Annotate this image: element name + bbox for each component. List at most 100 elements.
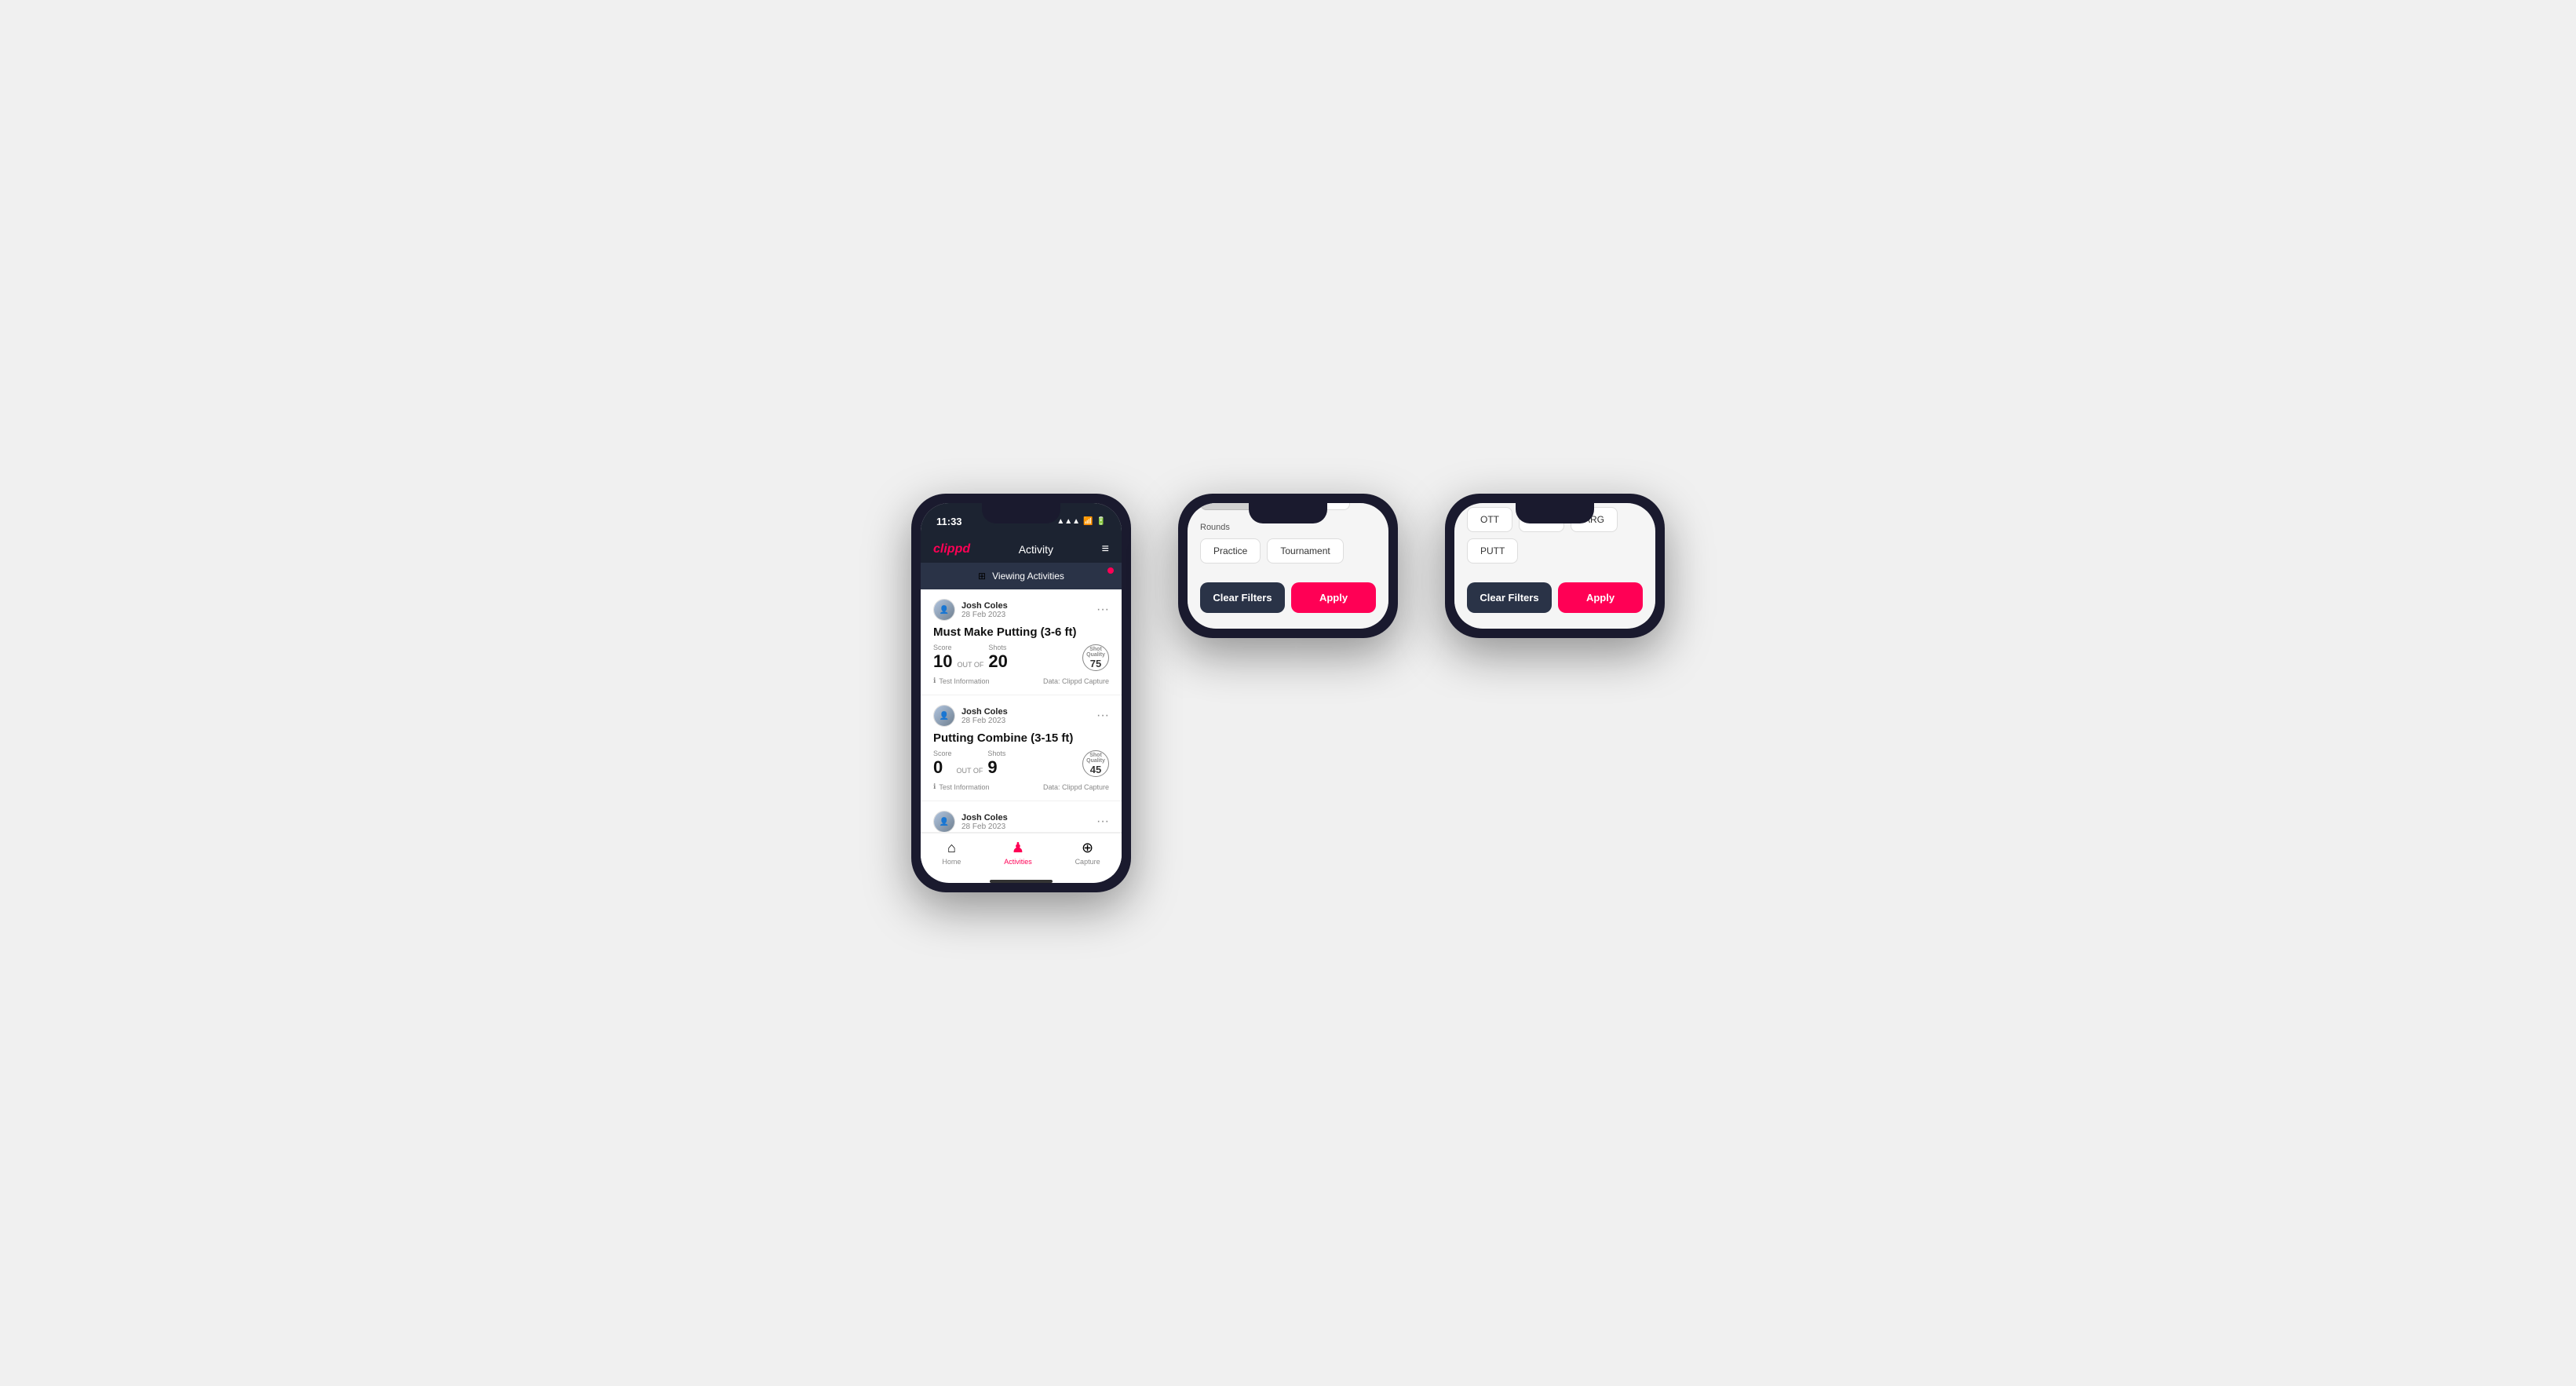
user-name-block-3: Josh Coles 28 Feb 2023: [961, 813, 1008, 831]
home-bar-1: [990, 880, 1053, 883]
nav-activities-1[interactable]: ♟ Activities: [1004, 840, 1032, 866]
shots-label-1: Shots: [988, 644, 1007, 651]
outof-1: OUT OF: [957, 661, 983, 672]
test-info-1: ℹ Test Information: [933, 677, 989, 685]
avatar-3: 👤: [933, 811, 955, 833]
more-dots-3[interactable]: ···: [1096, 815, 1109, 829]
filter-rounds-buttons-2: Practice Tournament: [1200, 538, 1376, 564]
bottom-nav-1: ⌂ Home ♟ Activities ⊕ Capture: [921, 833, 1122, 875]
phone-1: 11:33 ▲▲▲ 📶 🔋 clippd Activity ≡ ⊞ Viewin…: [911, 494, 1131, 892]
sq-value-1: 75: [1083, 658, 1108, 669]
activity-item-2-header: 👤 Josh Coles 28 Feb 2023 ···: [933, 705, 1109, 727]
user-date-2: 28 Feb 2023: [961, 717, 1008, 725]
activity-list-1: 👤 Josh Coles 28 Feb 2023 ··· Must Make P…: [921, 589, 1122, 833]
stats-col-shots-2: Shots 9: [987, 750, 1005, 778]
phone-1-inner: 11:33 ▲▲▲ 📶 🔋 clippd Activity ≡ ⊞ Viewin…: [921, 503, 1122, 883]
stats-col-score-1: Score 10: [933, 644, 952, 672]
home-label-1: Home: [942, 858, 961, 866]
notch-1: [982, 503, 1060, 523]
apply-btn-2[interactable]: Apply: [1291, 582, 1376, 613]
more-dots-2[interactable]: ···: [1096, 709, 1109, 723]
score-value-2: 0: [933, 757, 952, 778]
filter-btn-putt-3[interactable]: PUTT: [1467, 538, 1518, 564]
menu-icon-1[interactable]: ≡: [1102, 542, 1109, 556]
activity-title-2: Putting Combine (3-15 ft): [933, 731, 1109, 745]
filter-actions-3: Clear Filters Apply: [1467, 582, 1643, 613]
stats-col-score-2: Score 0: [933, 750, 952, 778]
home-icon-1: ⌂: [947, 840, 956, 856]
battery-icon: 🔋: [1096, 517, 1106, 526]
score-value-1: 10: [933, 651, 952, 672]
more-dots-1[interactable]: ···: [1096, 603, 1109, 617]
score-label-1: Score: [933, 644, 952, 651]
stats-row-2: Score 0 OUT OF Shots 9 Shot Quality 45: [933, 750, 1109, 778]
nav-home-1[interactable]: ⌂ Home: [942, 840, 961, 866]
activity-item-1-header: 👤 Josh Coles 28 Feb 2023 ···: [933, 599, 1109, 621]
phones-container: 11:33 ▲▲▲ 📶 🔋 clippd Activity ≡ ⊞ Viewin…: [911, 494, 1665, 892]
shots-value-1: 20: [988, 651, 1007, 672]
user-date-1: 28 Feb 2023: [961, 611, 1008, 619]
avatar-img-2: 👤: [934, 706, 954, 726]
app-title-1: Activity: [1019, 543, 1053, 556]
filter-btn-ott-3[interactable]: OTT: [1467, 507, 1512, 532]
sq-label-2: Shot Quality: [1083, 753, 1108, 764]
user-name-3: Josh Coles: [961, 813, 1008, 822]
score-label-2: Score: [933, 750, 952, 757]
phone-3: 11:33 ▲▲▲ 📶 🔋 clippd Activity ≡ ⊞ Viewin…: [1445, 494, 1665, 638]
status-time-1: 11:33: [936, 516, 962, 527]
info-icon-1: ℹ: [933, 677, 936, 685]
activity-item-2: 👤 Josh Coles 28 Feb 2023 ··· Putting Com…: [921, 695, 1122, 801]
filter-icon-1: ⊞: [978, 571, 986, 582]
activities-label-1: Activities: [1004, 858, 1032, 866]
filter-actions-2: Clear Filters Apply: [1200, 582, 1376, 613]
shot-quality-col-1: Shot Quality 75: [1083, 647, 1108, 669]
avatar-1: 👤: [933, 599, 955, 621]
phone-3-inner: 11:33 ▲▲▲ 📶 🔋 clippd Activity ≡ ⊞ Viewin…: [1454, 503, 1655, 629]
notch-3: [1516, 503, 1594, 523]
user-name-1: Josh Coles: [961, 601, 1008, 611]
apply-btn-3[interactable]: Apply: [1558, 582, 1643, 613]
avatar-2: 👤: [933, 705, 955, 727]
viewing-bar-text-1: Viewing Activities: [992, 571, 1064, 582]
user-date-3: 28 Feb 2023: [961, 822, 1008, 831]
activity-item-1: 👤 Josh Coles 28 Feb 2023 ··· Must Make P…: [921, 589, 1122, 695]
shots-label-2: Shots: [987, 750, 1005, 757]
user-info-3: 👤 Josh Coles 28 Feb 2023: [933, 811, 1008, 833]
test-info-label-1: Test Information: [939, 677, 989, 685]
stats-col-shots-1: Shots 20: [988, 644, 1007, 672]
shot-quality-col-2: Shot Quality 45: [1083, 753, 1108, 775]
user-name-2: Josh Coles: [961, 707, 1008, 717]
user-info-1: 👤 Josh Coles 28 Feb 2023: [933, 599, 1008, 621]
filter-btn-tournament-2[interactable]: Tournament: [1267, 538, 1343, 564]
app-logo-1: clippd: [933, 542, 970, 556]
phone-2-inner: 11:33 ▲▲▲ 📶 🔋 clippd Activity ≡ ⊞ Viewin…: [1188, 503, 1388, 629]
data-source-2: Data: Clippd Capture: [1043, 783, 1109, 791]
capture-label-1: Capture: [1075, 858, 1100, 866]
stats-row-1: Score 10 OUT OF Shots 20 Shot Quality 75: [933, 644, 1109, 672]
data-source-1: Data: Clippd Capture: [1043, 677, 1109, 685]
avatar-img-1: 👤: [934, 600, 954, 620]
viewing-bar-1[interactable]: ⊞ Viewing Activities: [921, 563, 1122, 589]
user-name-block-1: Josh Coles 28 Feb 2023: [961, 601, 1008, 619]
sq-value-2: 45: [1083, 764, 1108, 775]
user-name-block-2: Josh Coles 28 Feb 2023: [961, 707, 1008, 725]
filter-btn-practice-2[interactable]: Practice: [1200, 538, 1261, 564]
activity-footer-2: ℹ Test Information Data: Clippd Capture: [933, 782, 1109, 791]
shot-quality-badge-1: Shot Quality 75: [1082, 644, 1109, 671]
test-info-label-2: Test Information: [939, 783, 989, 791]
capture-icon-1: ⊕: [1082, 840, 1093, 856]
info-icon-2: ℹ: [933, 782, 936, 791]
clear-filters-btn-2[interactable]: Clear Filters: [1200, 582, 1285, 613]
clear-filters-btn-3[interactable]: Clear Filters: [1467, 582, 1552, 613]
notch-2: [1249, 503, 1327, 523]
signal-icon: ▲▲▲: [1056, 517, 1080, 526]
status-icons-1: ▲▲▲ 📶 🔋: [1056, 517, 1106, 526]
user-info-2: 👤 Josh Coles 28 Feb 2023: [933, 705, 1008, 727]
nav-capture-1[interactable]: ⊕ Capture: [1075, 840, 1100, 866]
app-header-1: clippd Activity ≡: [921, 536, 1122, 563]
shots-value-2: 9: [987, 757, 1005, 778]
filter-rounds-label-2: Rounds: [1200, 523, 1376, 532]
avatar-img-3: 👤: [934, 812, 954, 832]
sq-label-1: Shot Quality: [1083, 647, 1108, 658]
test-info-2: ℹ Test Information: [933, 782, 989, 791]
